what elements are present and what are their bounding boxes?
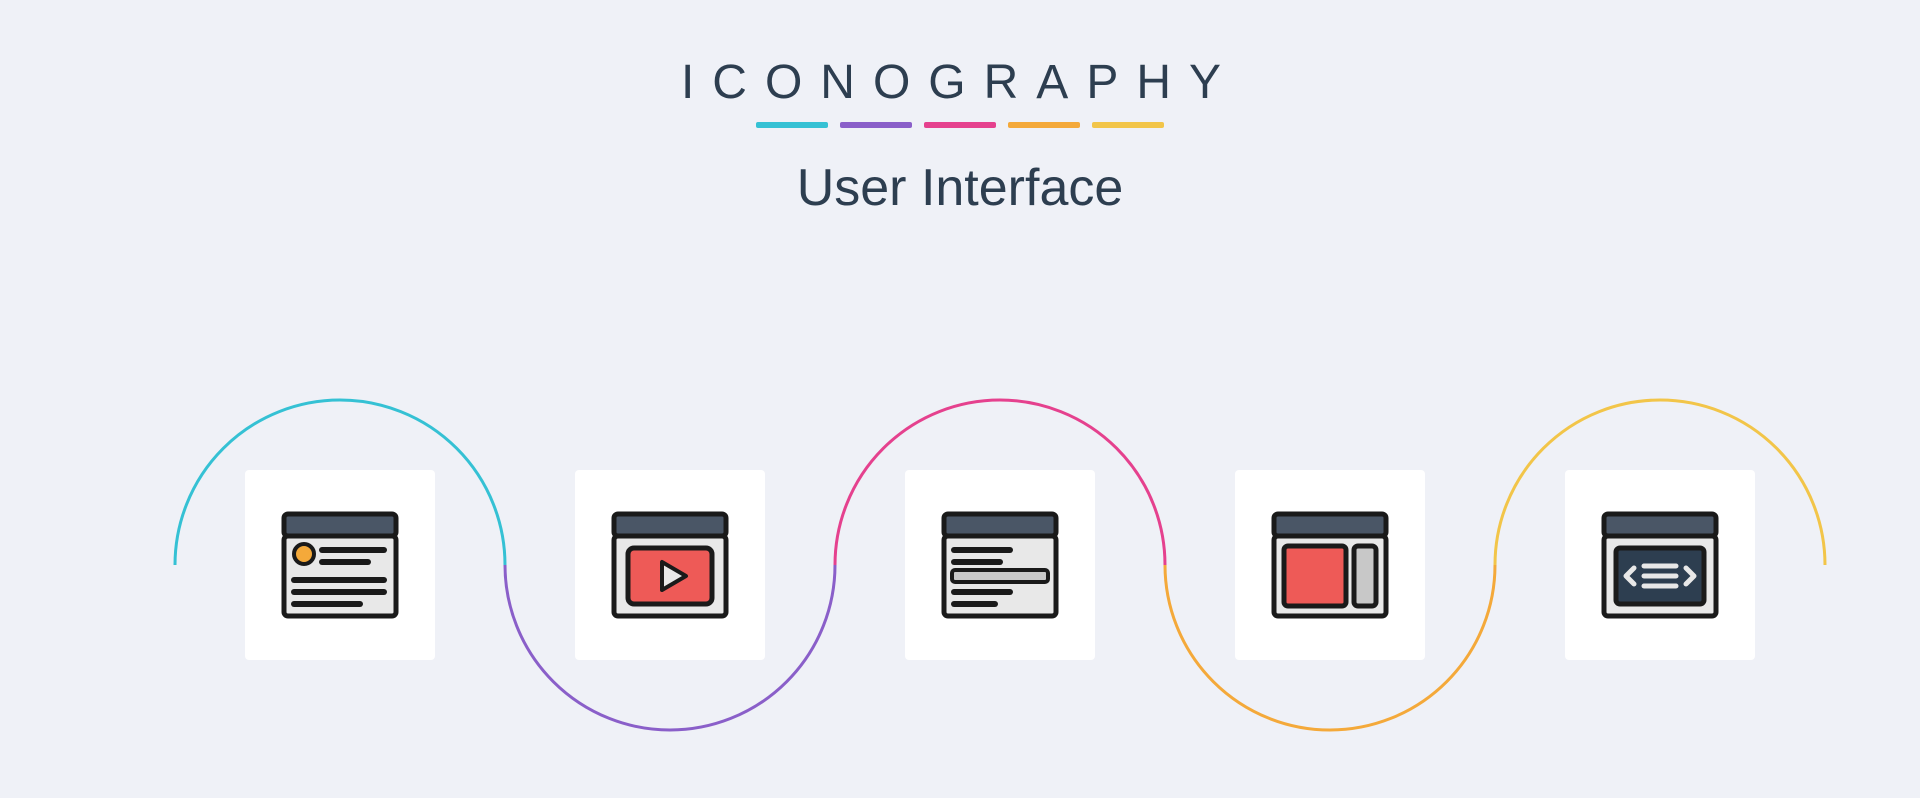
underline-seg-5 <box>1092 122 1164 128</box>
underline-seg-4 <box>1008 122 1080 128</box>
icon-card-3 <box>905 470 1095 660</box>
underline-seg-2 <box>840 122 912 128</box>
underline-seg-3 <box>924 122 996 128</box>
code-window-icon <box>1600 510 1720 620</box>
underline-bar <box>0 122 1920 128</box>
header: ICONOGRAPHY User Interface <box>0 0 1920 218</box>
underline-seg-1 <box>756 122 828 128</box>
brand-title: ICONOGRAPHY <box>0 55 1920 110</box>
subtitle: User Interface <box>0 158 1920 218</box>
icon-card-1 <box>245 470 435 660</box>
sidebar-layout-icon <box>1270 510 1390 620</box>
icon-card-2 <box>575 470 765 660</box>
icon-card-4 <box>1235 470 1425 660</box>
icon-card-5 <box>1565 470 1755 660</box>
video-player-icon <box>610 510 730 620</box>
text-editor-icon <box>940 510 1060 620</box>
icon-stage <box>0 330 1920 750</box>
blog-window-icon <box>280 510 400 620</box>
